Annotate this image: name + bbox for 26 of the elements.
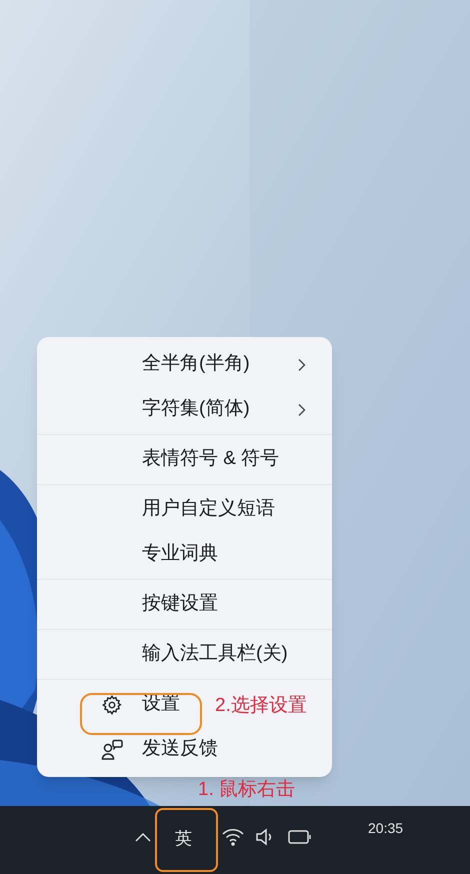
menu-item-label: 专业词典 [142, 542, 218, 566]
menu-item-label: 全半角(半角) [142, 352, 250, 376]
chevron-up-icon[interactable] [135, 832, 151, 842]
input-indicator[interactable]: 英 [175, 826, 192, 852]
menu-item[interactable]: 专业词典 [42, 532, 327, 577]
annotation-label: 2.选择设置 [215, 694, 307, 718]
menu-item[interactable]: 发送反馈 [42, 727, 327, 772]
menu-item[interactable]: 按键设置 [42, 582, 327, 627]
menu-item-label: 用户自定义短语 [142, 497, 275, 522]
menu-item[interactable]: 字符集(简体) [42, 387, 327, 432]
menu-item[interactable]: 用户自定义短语 [42, 487, 327, 532]
annotation-label: 1. 鼠标右击 [198, 778, 296, 802]
menu-item-label: 字符集(简体) [142, 397, 250, 422]
menu-item[interactable]: 输入法工具栏(关) [42, 632, 327, 677]
highlight-outline [155, 808, 218, 872]
menu-item-label: 表情符号 & 符号 [142, 447, 280, 472]
battery-icon[interactable] [288, 830, 312, 844]
feedback-icon [101, 738, 125, 762]
menu-item[interactable]: 全半角(半角) [42, 342, 327, 387]
menu-item-label: 按键设置 [142, 592, 218, 616]
clock[interactable]: 20:35 [368, 818, 404, 839]
menu-item-label: 输入法工具栏(关) [142, 642, 288, 666]
menu-item[interactable]: 表情符号 & 符号 [42, 437, 327, 482]
menu-item-label: 发送反馈 [142, 737, 218, 762]
gear-icon [101, 694, 123, 716]
wifi-icon[interactable] [222, 828, 244, 846]
